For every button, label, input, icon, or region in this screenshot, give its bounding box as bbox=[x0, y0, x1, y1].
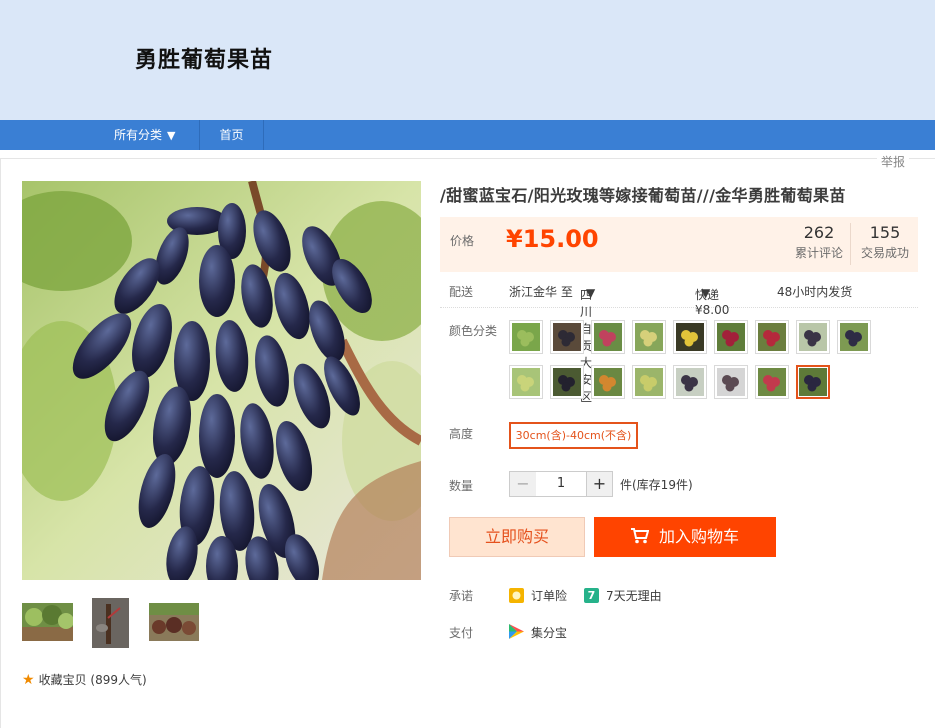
color-swatch[interactable] bbox=[509, 320, 543, 354]
swatch-image bbox=[799, 323, 827, 351]
quantity-increment-button[interactable]: + bbox=[586, 471, 613, 497]
payment-method: 集分宝 bbox=[531, 626, 568, 640]
height-option[interactable]: 30cm(含)-40cm(不含) bbox=[509, 422, 638, 449]
swatch-image bbox=[553, 368, 581, 396]
color-swatch[interactable] bbox=[632, 365, 666, 399]
color-swatch[interactable] bbox=[837, 320, 871, 354]
quantity-decrement-button[interactable]: − bbox=[509, 471, 537, 497]
favorite-label: 收藏宝贝 bbox=[38, 673, 87, 687]
swatch-image bbox=[553, 323, 581, 351]
quantity-input[interactable]: 1 bbox=[536, 471, 586, 497]
swatch-image bbox=[758, 368, 786, 396]
favorite-popularity: (899人气) bbox=[90, 673, 147, 687]
sun-icon bbox=[512, 591, 521, 600]
swatch-image bbox=[635, 323, 663, 351]
delivery-label: 配送 bbox=[449, 285, 474, 299]
play-shape-icon bbox=[509, 624, 524, 639]
color-swatch[interactable] bbox=[550, 365, 584, 399]
caret-down-icon: ▼ bbox=[167, 129, 176, 142]
height-label: 高度 bbox=[449, 427, 474, 441]
nav-bar: 所有分类 ▼ 首页 bbox=[0, 120, 935, 150]
color-swatch[interactable] bbox=[796, 320, 830, 354]
jifenbao-icon bbox=[509, 624, 524, 639]
nav-all-categories[interactable]: 所有分类 ▼ bbox=[100, 120, 200, 150]
swatch-image bbox=[676, 323, 704, 351]
swatch-image bbox=[799, 368, 827, 396]
thumbnail-image bbox=[92, 598, 129, 648]
price-box: 价格 ¥15.00 262 累计评论 155 交易成功 bbox=[440, 217, 918, 272]
price-label: 价格 bbox=[450, 234, 475, 248]
thumbnail-1[interactable] bbox=[22, 603, 73, 641]
quantity-label: 数量 bbox=[449, 479, 474, 493]
star-icon: ★ bbox=[22, 672, 35, 688]
sales-count: 155 bbox=[869, 223, 901, 242]
report-link[interactable]: 举报 bbox=[876, 153, 909, 170]
swatch-image bbox=[512, 323, 540, 351]
payment-label: 支付 bbox=[449, 626, 474, 640]
color-swatch[interactable] bbox=[591, 365, 625, 399]
swatch-image bbox=[594, 323, 622, 351]
return-icon: 7 bbox=[584, 588, 599, 603]
product-title: /甜蜜蓝宝石/阳光玫瑰等嫁接葡萄苗///金华勇胜葡萄果苗 bbox=[440, 186, 846, 205]
delivery-from: 浙江金华 至 bbox=[509, 285, 573, 299]
main-product-image[interactable] bbox=[22, 181, 421, 580]
ship-time: 48小时内发货 bbox=[777, 285, 853, 299]
color-swatch[interactable] bbox=[673, 320, 707, 354]
delivery-row: 配送 浙江金华 至 四川自贡大安区 ▼ 快递 ¥8.00 ▼ 48小时内发货 bbox=[440, 280, 918, 404]
color-label: 颜色分类 bbox=[449, 324, 498, 338]
color-swatch[interactable] bbox=[550, 320, 584, 354]
nav-all-categories-label: 所有分类 bbox=[114, 128, 163, 142]
swatch-image bbox=[676, 368, 704, 396]
divider bbox=[850, 223, 851, 265]
grape-photo bbox=[22, 181, 421, 580]
insurance-icon bbox=[509, 588, 524, 603]
reviews-stat[interactable]: 262 累计评论 bbox=[790, 223, 848, 261]
favorite-button[interactable]: ★ 收藏宝贝 (899人气) bbox=[22, 671, 147, 689]
stock-info: 件(库存19件) bbox=[620, 478, 693, 492]
shop-name[interactable]: 勇胜葡萄果苗 bbox=[135, 42, 273, 74]
add-to-cart-label: 加入购物车 bbox=[658, 527, 739, 546]
insurance-text[interactable]: 订单险 bbox=[531, 587, 567, 604]
color-swatch[interactable] bbox=[755, 320, 789, 354]
color-swatch[interactable] bbox=[755, 365, 789, 399]
swatch-image bbox=[635, 368, 663, 396]
promise-label: 承诺 bbox=[449, 589, 474, 603]
thumbnail-image bbox=[22, 603, 73, 641]
caret-down-icon: ▼ bbox=[701, 286, 711, 300]
thumbnail-2[interactable] bbox=[92, 598, 129, 648]
reviews-count: 262 bbox=[803, 223, 835, 242]
color-swatch[interactable] bbox=[632, 320, 666, 354]
price-value: ¥15.00 bbox=[506, 225, 599, 253]
thumbnail-3[interactable] bbox=[149, 603, 199, 641]
cart-icon bbox=[630, 528, 649, 544]
sales-label: 交易成功 bbox=[860, 246, 909, 260]
nav-home[interactable]: 首页 bbox=[200, 120, 264, 150]
color-swatch[interactable] bbox=[714, 365, 748, 399]
sales-stat: 155 交易成功 bbox=[858, 223, 912, 261]
color-swatch[interactable] bbox=[673, 365, 707, 399]
shop-header: 勇胜葡萄果苗 bbox=[0, 0, 935, 120]
color-swatch[interactable] bbox=[509, 365, 543, 399]
reviews-label: 累计评论 bbox=[794, 246, 843, 260]
thumbnail-image bbox=[149, 603, 199, 641]
swatch-image bbox=[840, 323, 868, 351]
return-policy-text[interactable]: 7天无理由 bbox=[606, 587, 662, 604]
swatch-image bbox=[717, 368, 745, 396]
swatch-image bbox=[512, 368, 540, 396]
color-swatch[interactable] bbox=[591, 320, 625, 354]
color-swatch[interactable] bbox=[714, 320, 748, 354]
buy-now-button[interactable]: 立即购买 bbox=[449, 517, 585, 557]
color-swatch[interactable] bbox=[796, 365, 830, 399]
swatch-image bbox=[717, 323, 745, 351]
swatch-image bbox=[594, 368, 622, 396]
caret-down-icon: ▼ bbox=[586, 286, 596, 300]
swatch-image bbox=[758, 323, 786, 351]
add-to-cart-button[interactable]: 加入购物车 bbox=[594, 517, 776, 557]
